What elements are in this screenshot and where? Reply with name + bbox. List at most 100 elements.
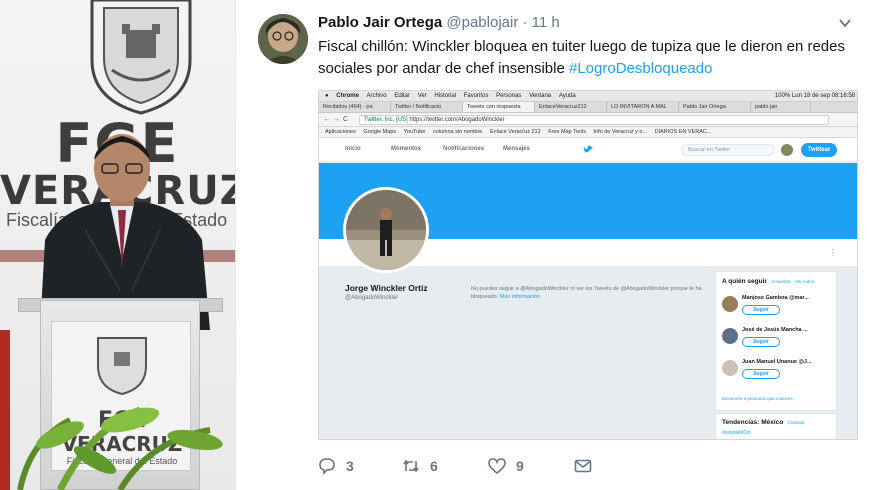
menu-ayuda: Ayuda bbox=[558, 93, 576, 99]
browser-tab: Twitter / Notificacio bbox=[391, 102, 463, 112]
suggestion-avatar bbox=[722, 328, 738, 344]
profile-photo bbox=[346, 190, 426, 270]
heart-icon bbox=[488, 458, 506, 475]
author-avatar[interactable] bbox=[258, 14, 308, 64]
reply-icon bbox=[319, 458, 335, 475]
profile-handle: @AbogadoWinckler bbox=[345, 295, 399, 301]
url-field: Twitter, Inc. [US] https://twitter.com/A… bbox=[359, 115, 829, 125]
author-handle[interactable]: @pablojair bbox=[446, 14, 518, 31]
nav-messages: Mensajes bbox=[503, 146, 531, 152]
browser-tab-active: Tweets con respuesta bbox=[463, 102, 535, 112]
tweet-actions: 3 6 9 bbox=[318, 454, 618, 478]
twittear-button: Twittear bbox=[801, 143, 837, 157]
who-to-follow-title: A quién seguir · Actualizar · Ver todos bbox=[722, 278, 814, 285]
bookmark: Google Maps bbox=[363, 129, 397, 135]
mac-status: 100% Lun 18 de sep 08:16:58 bbox=[774, 93, 855, 99]
bookmark: YouTube bbox=[403, 129, 426, 135]
author-name[interactable]: Pablo Jair Ortega bbox=[318, 14, 442, 31]
menu-ver: Ver bbox=[417, 93, 427, 99]
address-bar: ←→C Twitter, Inc. [US] https://twitter.c… bbox=[319, 113, 857, 127]
browser-user: pablo jair bbox=[751, 102, 811, 112]
browser-tab: Pablo Jair Ortega bbox=[679, 102, 751, 112]
bookmark: Free Map Tools bbox=[548, 129, 586, 135]
like-count: 9 bbox=[516, 458, 524, 474]
press-photo: FGE VERACRUZ Fiscalía General del Estado… bbox=[0, 0, 235, 490]
trends-panel: Tendencias: México · Cambiar #noviaKIOn bbox=[715, 413, 837, 439]
secure-label: Twitter, Inc. [US] bbox=[364, 117, 408, 123]
envelope-icon bbox=[574, 459, 592, 473]
twitter-search: Buscar en Twitter bbox=[681, 144, 775, 156]
chevron-down-icon[interactable] bbox=[838, 16, 852, 30]
suggestion-avatar bbox=[722, 360, 738, 376]
suggestion: José de Jesús Mancha ... Seguir bbox=[722, 326, 834, 354]
veracruz-seal-icon bbox=[90, 0, 192, 115]
nav-moments: Momentos bbox=[391, 146, 421, 152]
plant bbox=[17, 406, 223, 490]
menu-ventana: Ventana bbox=[529, 93, 552, 99]
browser-tab: EnlaceVeracruz212 bbox=[535, 102, 607, 112]
browser-tab: Recibidos (464) - pa bbox=[319, 102, 391, 112]
menu-favoritos: Favoritos bbox=[463, 93, 489, 99]
twitter-bird-icon bbox=[583, 145, 593, 153]
separator: · bbox=[522, 14, 528, 31]
nav-home: Inicio bbox=[345, 146, 361, 152]
avatar-image bbox=[258, 14, 308, 64]
tweet[interactable]: Pablo Jair Ortega @pablojair · 11 h Fisc… bbox=[248, 0, 880, 490]
bookmark: Aplicaciones bbox=[325, 129, 356, 135]
retweet-button[interactable]: 6 bbox=[402, 456, 438, 476]
follow-button: Seguir bbox=[742, 305, 780, 315]
profile-name: Jorge Winckler Ortiz bbox=[345, 283, 428, 293]
bookmark: DIARIOS EN VERAC... bbox=[654, 129, 712, 135]
retweet-icon bbox=[403, 459, 419, 473]
menu-chrome: Chrome bbox=[336, 93, 359, 99]
url-path: https://twitter.com/AbogadoWinckler bbox=[409, 117, 505, 123]
suggestion-avatar bbox=[722, 296, 738, 312]
bookmark: columna sin nombre bbox=[432, 129, 483, 135]
apple-icon: ● bbox=[325, 93, 329, 99]
trends-title: Tendencias: México · Cambiar bbox=[722, 419, 805, 426]
more-info-link: Más información bbox=[499, 294, 541, 300]
more-icon: ⋮ bbox=[829, 248, 837, 257]
browser-tab: LO INVITARON A MAL bbox=[607, 102, 679, 112]
menu-archivo: Archivo bbox=[366, 93, 387, 99]
browser-tabs: Recibidos (464) - pa Twitter / Notificaci… bbox=[319, 102, 857, 113]
trend-item: #noviaKIOn bbox=[722, 430, 751, 436]
follow-button: Seguir bbox=[742, 337, 780, 347]
bookmarks-bar: Aplicaciones Google Maps YouTube columna… bbox=[319, 127, 857, 138]
mac-menu-bar: ● Chrome Archivo Editar Ver Historial Fa… bbox=[319, 91, 857, 102]
nav-notifications: Notificaciones bbox=[443, 146, 485, 152]
menu-personas: Personas bbox=[496, 93, 522, 99]
find-people-link: Encuentra a personas que conoces bbox=[722, 396, 793, 401]
menu-historial: Historial bbox=[434, 93, 457, 99]
follow-button: Seguir bbox=[742, 369, 780, 379]
reply-count: 3 bbox=[346, 458, 354, 474]
tweet-header: Pablo Jair Ortega @pablojair · 11 h bbox=[318, 14, 560, 31]
trends-change: · Cambiar bbox=[785, 420, 805, 425]
bookmark: Info de Veracruz y o... bbox=[593, 129, 648, 135]
suggestion: Manjose Gamboa @mar... Seguir bbox=[722, 294, 834, 322]
tweet-time[interactable]: 11 h bbox=[532, 14, 560, 31]
who-to-follow-panel: A quién seguir · Actualizar · Ver todos … bbox=[715, 271, 837, 411]
direct-message-button[interactable] bbox=[574, 456, 592, 476]
suggestion-name: Juan Manuel Unanue @J... bbox=[742, 359, 812, 365]
profile-avatar bbox=[343, 187, 429, 273]
reply-button[interactable]: 3 bbox=[318, 456, 354, 476]
tweet-text: Fiscal chillón: Winckler bloquea en tuit… bbox=[318, 36, 858, 80]
twitter-nav: Inicio Momentos Notificaciones Mensajes … bbox=[319, 138, 857, 162]
user-avatar bbox=[781, 144, 793, 156]
retweet-count: 6 bbox=[430, 458, 438, 474]
suggestion: Juan Manuel Unanue @J... Seguir bbox=[722, 358, 834, 386]
wtf-title-text: A quién seguir bbox=[722, 278, 767, 285]
nav-arrows-icon: ←→C bbox=[323, 116, 352, 123]
bookmark: Enlace Veracruz 212 bbox=[489, 129, 541, 135]
blocked-notice: No puedes seguir a @AbogadoWinckler ni v… bbox=[471, 285, 711, 301]
trends-title-text: Tendencias: México bbox=[722, 419, 784, 426]
divider bbox=[235, 0, 247, 490]
like-button[interactable]: 9 bbox=[488, 456, 524, 476]
suggestion-name: José de Jesús Mancha ... bbox=[742, 327, 808, 333]
hashtag-link[interactable]: #LogroDesbloqueado bbox=[569, 60, 712, 77]
suggestion-name: Manjose Gamboa @mar... bbox=[742, 295, 809, 301]
wtf-links: · Actualizar · Ver todos bbox=[768, 279, 814, 284]
embedded-screenshot[interactable]: ● Chrome Archivo Editar Ver Historial Fa… bbox=[318, 90, 858, 440]
menu-editar: Editar bbox=[394, 93, 411, 99]
